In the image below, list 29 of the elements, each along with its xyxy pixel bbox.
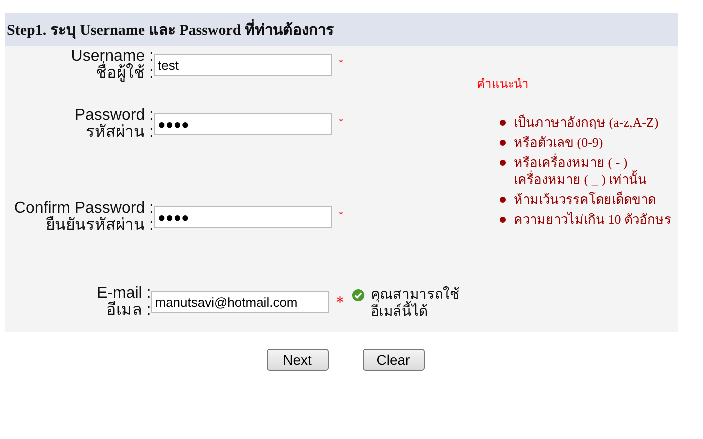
input-field[interactable]: ●●●● [154,113,332,135]
required-mark: * [339,212,344,221]
field-label: ยืนยันรหัสผ่าน : [46,217,154,234]
bullet-icon [500,120,506,126]
hint-item: หรือเครื่องหมาย ( - ) เครื่องหมาย ( _ ) เท่านั้น [514,153,648,189]
input-field[interactable]: manutsavi@hotmail.com [151,291,330,313]
field-label: อีเมล : [106,302,152,319]
input-field[interactable]: test [154,54,332,76]
hint-title: คำแนะนำ [477,76,530,93]
hint-item: ความยาวไม่เกิน 10 ตัวอักษร [514,211,672,229]
hint-item: ห้ามเว้นวรรคโดยเด็ดขาด [514,190,657,209]
bullet-icon [500,140,506,146]
hint-item: หรือตัวเลข (0-9) [514,134,604,152]
form-button[interactable]: Clear [362,349,424,371]
required-mark: * [336,295,344,311]
bullet-icon [500,197,506,203]
input-field[interactable]: ●●●● [154,206,332,228]
required-mark: * [339,119,344,128]
hint-item: เป็นภาษาอังกฤษ (a-z,A-Z) [514,114,660,132]
status-message: คุณสามารถใช้อีเมล์นี้ได้ [371,287,462,321]
required-mark: * [339,60,344,69]
field-label: Password : [74,107,154,124]
form-button[interactable]: Next [266,349,328,371]
step-header: Step1. ระบุ Username และ Password ที่ท่านต้องการ [5,13,678,46]
field-label: Confirm Password : [14,200,154,217]
bullet-icon [500,217,506,223]
bullet-icon [500,160,506,166]
field-label: E-mail : [97,285,152,302]
field-label: รหัสผ่าน : [86,124,154,141]
